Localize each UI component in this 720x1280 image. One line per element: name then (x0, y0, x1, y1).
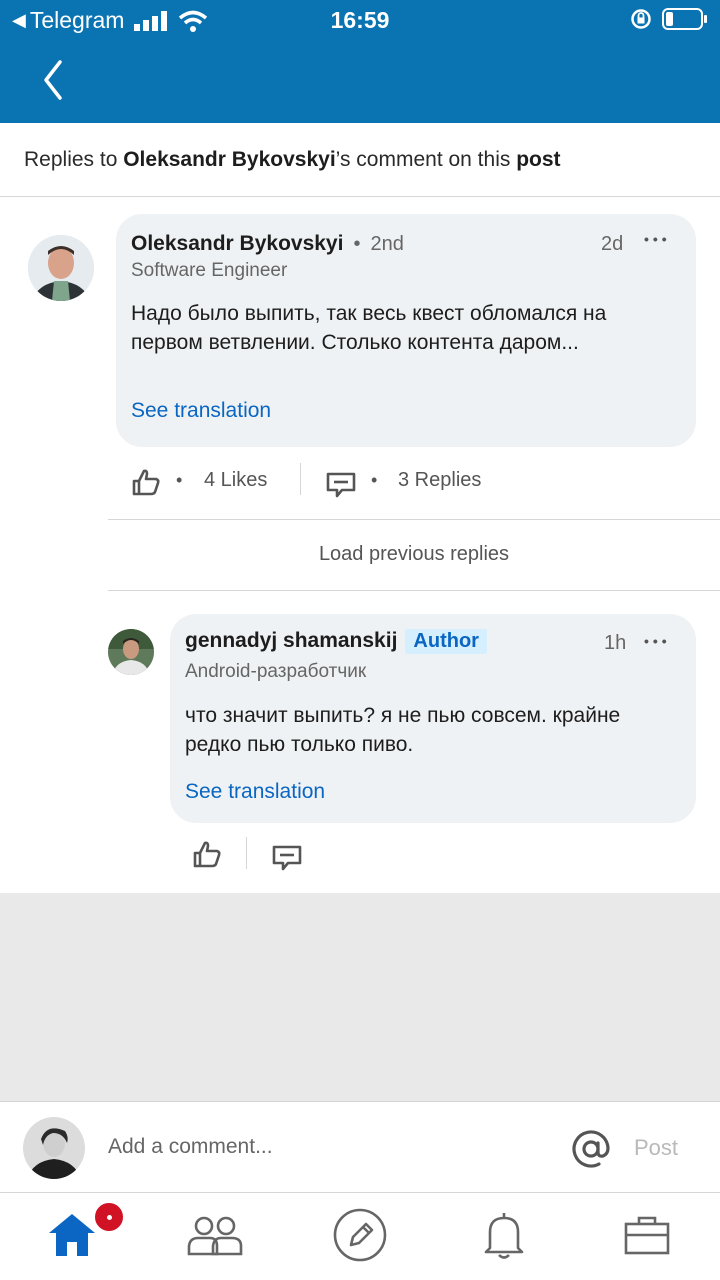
connection-degree: 2nd (370, 233, 404, 255)
rotation-lock-icon (631, 9, 651, 29)
actions-divider (300, 463, 301, 495)
replies-count[interactable]: 3 Replies (398, 469, 481, 492)
mention-icon[interactable] (571, 1129, 611, 1169)
avatar[interactable] (28, 235, 94, 301)
comment-text: Надо было выпить, так весь квест обломал… (131, 302, 607, 354)
comment-author-headline: Software Engineer (131, 260, 288, 281)
home-icon (49, 1214, 95, 1256)
likes-count[interactable]: 4 Likes (204, 469, 267, 492)
actions-divider (246, 837, 247, 869)
likes-separator: • (176, 470, 183, 490)
notifications-icon (484, 1213, 524, 1259)
avatar[interactable] (108, 629, 154, 675)
person-avatar-icon (23, 1117, 85, 1179)
like-icon[interactable] (192, 840, 222, 868)
reply-icon[interactable] (326, 472, 356, 498)
divider (108, 519, 720, 520)
see-translation-link[interactable]: See translation (131, 399, 271, 423)
post-icon (333, 1208, 387, 1262)
see-translation-link[interactable]: See translation (185, 780, 325, 804)
reply-bubble: gennadyj shamanskij Author 1h ••• Androi… (170, 614, 696, 823)
back-chevron-icon[interactable] (38, 58, 70, 102)
nav-bar (0, 40, 720, 123)
comment-bubble: Oleksandr Bykovskyi • 2nd 2d ••• Softwar… (116, 214, 696, 447)
reply-icon[interactable] (272, 845, 302, 871)
reply-author-headline: Android-разработчик (185, 661, 367, 682)
replies-header-post-link[interactable]: post (516, 148, 560, 171)
comment-author-name[interactable]: Oleksandr Bykovskyi (131, 232, 343, 256)
person-avatar-icon (28, 235, 94, 301)
person-avatar-icon (108, 629, 154, 675)
comment-input[interactable]: Add a comment... (108, 1135, 273, 1159)
reply-author-name[interactable]: gennadyj shamanskij (185, 629, 397, 653)
replies-header-prefix: Replies to (24, 148, 124, 171)
replies-header: Replies to Oleksandr Bykovskyi’s comment… (0, 123, 720, 197)
like-icon[interactable] (131, 468, 161, 496)
tab-jobs[interactable] (617, 1205, 677, 1265)
status-bar: ◀ Telegram 16:59 (0, 0, 720, 40)
degree-dot: • (353, 233, 361, 255)
clock: 16:59 (330, 7, 390, 33)
comment-thread: Oleksandr Bykovskyi • 2nd 2d ••• Softwar… (0, 197, 720, 893)
replies-separator: • (371, 470, 378, 490)
load-previous-replies-button[interactable]: Load previous replies (108, 543, 720, 566)
more-options-button[interactable]: ••• (644, 231, 671, 247)
post-button[interactable]: Post (634, 1135, 678, 1161)
tab-notifications[interactable] (474, 1205, 534, 1265)
tab-my-network[interactable] (185, 1205, 245, 1265)
notification-badge (92, 1200, 126, 1234)
reply-time: 1h (604, 632, 627, 654)
comment-time: 2d (601, 233, 624, 255)
author-badge: Author (405, 629, 487, 654)
battery-icon (662, 8, 707, 30)
tab-post[interactable] (330, 1205, 390, 1265)
replies-header-middle: ’s comment on this (335, 148, 517, 171)
my-network-icon (187, 1216, 243, 1256)
reply-text: что значит выпить? я не пью совсем. край… (185, 704, 621, 756)
comment-composer: Add a comment... Post (0, 1101, 720, 1193)
more-options-button[interactable]: ••• (644, 633, 671, 649)
divider (108, 590, 720, 591)
jobs-icon (624, 1216, 670, 1255)
my-avatar (23, 1117, 85, 1179)
replies-header-author[interactable]: Oleksandr Bykovskyi (123, 148, 335, 171)
